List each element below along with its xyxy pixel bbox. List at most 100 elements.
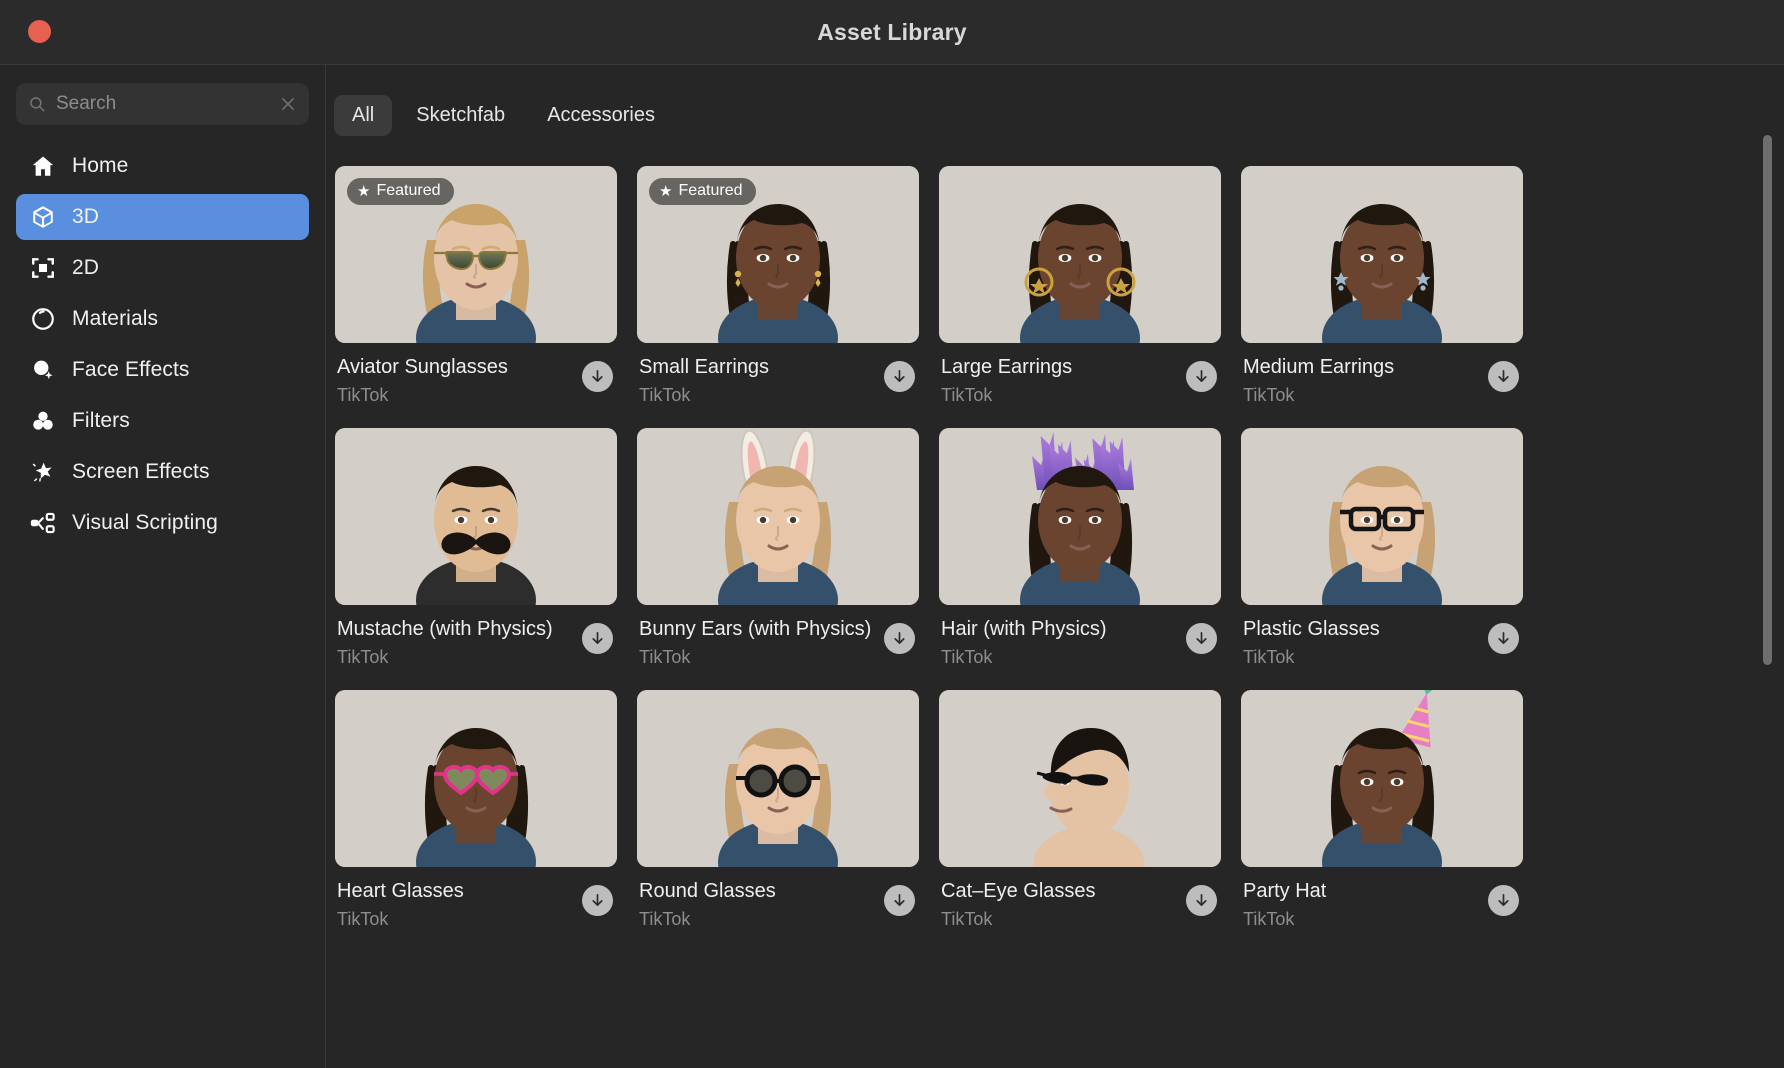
download-button[interactable] xyxy=(884,885,915,916)
tab-sketchfab[interactable]: Sketchfab xyxy=(398,95,523,136)
sidebar-item-face-effects[interactable]: Face Effects xyxy=(16,347,309,393)
asset-card[interactable]: Large Earrings TikTok xyxy=(939,166,1221,406)
sidebar-item-home[interactable]: Home xyxy=(16,143,309,189)
download-button[interactable] xyxy=(884,623,915,654)
asset-grid: ★ Featured Aviator Sunglasses TikTok xyxy=(326,136,1784,930)
asset-name: Medium Earrings xyxy=(1243,355,1523,380)
asset-thumbnail[interactable]: ★ Featured xyxy=(335,166,617,343)
asset-thumbnail[interactable] xyxy=(637,690,919,867)
asset-thumbnail[interactable] xyxy=(939,166,1221,343)
asset-author: TikTok xyxy=(639,385,919,406)
download-button[interactable] xyxy=(1186,885,1217,916)
asset-card[interactable]: Medium Earrings TikTok xyxy=(1241,166,1523,406)
asset-thumbnail[interactable]: ★ Featured xyxy=(637,166,919,343)
asset-author: TikTok xyxy=(337,909,617,930)
close-window-button[interactable] xyxy=(28,20,51,43)
asset-card[interactable]: Mustache (with Physics) TikTok xyxy=(335,428,617,668)
vertical-scrollbar[interactable] xyxy=(1763,135,1772,1068)
asset-card[interactable]: Heart Glasses TikTok xyxy=(335,690,617,930)
asset-name: Mustache (with Physics) xyxy=(337,617,617,642)
search-input[interactable]: Search xyxy=(16,83,309,125)
sidebar-item-label: 3D xyxy=(72,205,99,229)
asset-thumbnail[interactable] xyxy=(1241,428,1523,605)
asset-name: Cat–Eye Glasses xyxy=(941,879,1221,904)
download-button[interactable] xyxy=(1488,623,1519,654)
asset-card[interactable]: ★ Featured Small Earrings TikTok xyxy=(637,166,919,406)
asset-meta: Round Glasses TikTok xyxy=(637,867,919,930)
filters-circles-icon xyxy=(30,408,56,434)
asset-thumbnail[interactable] xyxy=(637,428,919,605)
asset-meta: Cat–Eye Glasses TikTok xyxy=(939,867,1221,930)
asset-card[interactable]: Party Hat TikTok xyxy=(1241,690,1523,930)
sidebar-item-label: Filters xyxy=(72,409,130,433)
download-button[interactable] xyxy=(1488,885,1519,916)
download-button[interactable] xyxy=(582,885,613,916)
asset-card[interactable]: Bunny Ears (with Physics) TikTok xyxy=(637,428,919,668)
node-graph-icon xyxy=(30,510,56,536)
asset-card[interactable]: ★ Featured Aviator Sunglasses TikTok xyxy=(335,166,617,406)
sidebar-item-materials[interactable]: Materials xyxy=(16,296,309,342)
asset-thumbnail[interactable] xyxy=(335,428,617,605)
featured-badge: ★ Featured xyxy=(347,178,454,205)
asset-meta: Medium Earrings TikTok xyxy=(1241,343,1523,406)
cube-icon xyxy=(30,204,56,230)
page-title: Asset Library xyxy=(817,19,967,46)
asset-author: TikTok xyxy=(941,647,1221,668)
main-content: All Sketchfab Accessories xyxy=(326,64,1784,1068)
download-button[interactable] xyxy=(1488,361,1519,392)
asset-card[interactable]: Round Glasses TikTok xyxy=(637,690,919,930)
sidebar-item-label: Visual Scripting xyxy=(72,511,218,535)
download-button[interactable] xyxy=(1186,361,1217,392)
star-icon: ★ xyxy=(357,184,370,199)
asset-author: TikTok xyxy=(639,909,919,930)
asset-name: Small Earrings xyxy=(639,355,919,380)
asset-meta: Party Hat TikTok xyxy=(1241,867,1523,930)
asset-meta: Heart Glasses TikTok xyxy=(335,867,617,930)
asset-name: Aviator Sunglasses xyxy=(337,355,617,380)
sidebar-item-filters[interactable]: Filters xyxy=(16,398,309,444)
download-button[interactable] xyxy=(582,623,613,654)
asset-meta: Small Earrings TikTok xyxy=(637,343,919,406)
sidebar-item-screen-effects[interactable]: Screen Effects xyxy=(16,449,309,495)
asset-meta: Plastic Glasses TikTok xyxy=(1241,605,1523,668)
search-icon xyxy=(28,95,46,113)
sidebar-item-visual-scripting[interactable]: Visual Scripting xyxy=(16,500,309,546)
asset-author: TikTok xyxy=(1243,647,1523,668)
asset-author: TikTok xyxy=(337,647,617,668)
download-button[interactable] xyxy=(582,361,613,392)
asset-thumbnail[interactable] xyxy=(939,428,1221,605)
sidebar-item-label: Home xyxy=(72,154,128,178)
download-button[interactable] xyxy=(884,361,915,392)
asset-thumbnail[interactable] xyxy=(939,690,1221,867)
featured-badge-label: Featured xyxy=(678,182,742,200)
asset-thumbnail[interactable] xyxy=(1241,690,1523,867)
search-placeholder: Search xyxy=(56,93,279,115)
asset-thumbnail[interactable] xyxy=(1241,166,1523,343)
asset-author: TikTok xyxy=(1243,385,1523,406)
asset-card[interactable]: Cat–Eye Glasses TikTok xyxy=(939,690,1221,930)
asset-thumbnail[interactable] xyxy=(335,690,617,867)
star-icon: ★ xyxy=(659,184,672,199)
title-bar: Asset Library xyxy=(0,0,1784,64)
close-icon[interactable] xyxy=(279,95,297,113)
asset-author: TikTok xyxy=(639,647,919,668)
asset-name: Heart Glasses xyxy=(337,879,617,904)
asset-meta: Mustache (with Physics) TikTok xyxy=(335,605,617,668)
asset-author: TikTok xyxy=(941,909,1221,930)
asset-card[interactable]: Hair (with Physics) TikTok xyxy=(939,428,1221,668)
asset-meta: Bunny Ears (with Physics) TikTok xyxy=(637,605,919,668)
download-button[interactable] xyxy=(1186,623,1217,654)
sidebar-item-2d[interactable]: 2D xyxy=(16,245,309,291)
asset-name: Round Glasses xyxy=(639,879,919,904)
asset-meta: Large Earrings TikTok xyxy=(939,343,1221,406)
tab-accessories[interactable]: Accessories xyxy=(529,95,673,136)
asset-card[interactable]: Plastic Glasses TikTok xyxy=(1241,428,1523,668)
asset-meta: Hair (with Physics) TikTok xyxy=(939,605,1221,668)
sphere-icon xyxy=(30,306,56,332)
asset-name: Hair (with Physics) xyxy=(941,617,1221,642)
face-sparkle-icon xyxy=(30,357,56,383)
sidebar-item-3d[interactable]: 3D xyxy=(16,194,309,240)
scrollbar-thumb[interactable] xyxy=(1763,135,1772,665)
home-icon xyxy=(30,153,56,179)
tab-all[interactable]: All xyxy=(334,95,392,136)
